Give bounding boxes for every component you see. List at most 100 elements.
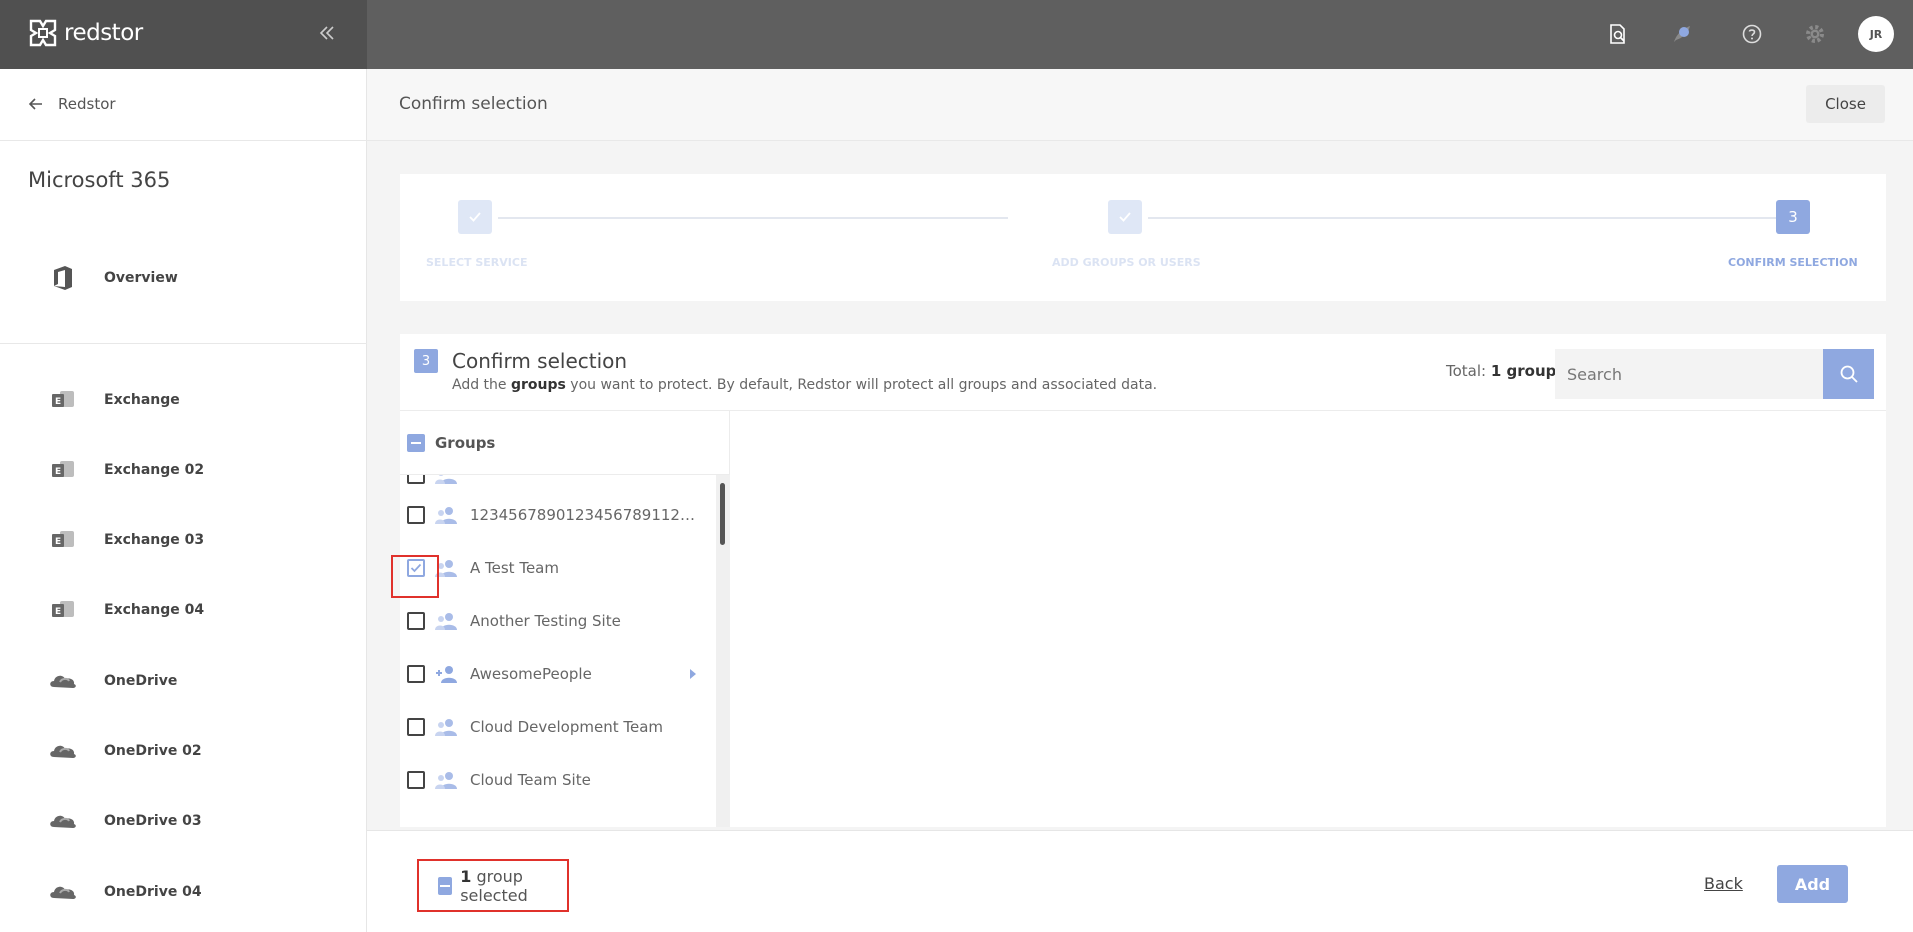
- gear-icon[interactable]: [1803, 22, 1827, 46]
- groups-header-label: Groups: [435, 433, 496, 452]
- exchange-icon: E: [48, 458, 78, 482]
- arrow-left-icon: [28, 98, 42, 110]
- group-name: 123456789012345678911234567890: [470, 505, 700, 524]
- selection-label: group selected: [460, 866, 528, 905]
- group-name: Cloud Development Team: [470, 717, 664, 736]
- select-all-checkbox[interactable]: [407, 433, 425, 452]
- exchange-icon: E: [48, 528, 78, 552]
- brand-area: redstor: [0, 0, 367, 69]
- stepper: SELECT SERVICE ADD GROUPS OR USERS 3 CON…: [400, 174, 1886, 301]
- double-chevron-left-icon[interactable]: [316, 22, 338, 44]
- list-item[interactable]: Cloud Team Site: [400, 753, 716, 806]
- group-checkbox[interactable]: [407, 664, 425, 683]
- sidebar-item-onedrive[interactable]: OneDrive: [48, 669, 177, 693]
- back-to-redstor-link[interactable]: Redstor: [28, 95, 116, 113]
- group-icon: [435, 612, 457, 630]
- subtitle-text: you want to protect. By default, Redstor…: [565, 377, 1158, 393]
- list-item[interactable]: Cloud Development Team: [400, 700, 716, 753]
- scrollbar-thumb[interactable]: [720, 483, 725, 545]
- svg-text:E: E: [55, 607, 61, 617]
- avatar[interactable]: JR: [1858, 16, 1894, 52]
- redstor-logo-icon: [29, 19, 57, 47]
- onedrive-icon: [48, 809, 78, 833]
- sidebar-item-label: OneDrive 02: [104, 743, 202, 759]
- top-bar: redstor JR: [0, 0, 1913, 69]
- sidebar-item-label: Exchange 02: [104, 462, 205, 478]
- logo[interactable]: redstor: [28, 18, 143, 48]
- sidebar-item-onedrive-04[interactable]: OneDrive 04: [48, 880, 202, 904]
- groups-list[interactable]: 123456789012345678911234567890 A Test Te…: [400, 475, 716, 827]
- subtitle-emphasis: groups: [510, 377, 566, 393]
- group-icon: [435, 475, 457, 484]
- add-button[interactable]: Add: [1777, 865, 1848, 903]
- page-header: Confirm selection Close: [367, 69, 1913, 141]
- list-item[interactable]: AwesomePeople: [400, 647, 716, 700]
- onedrive-icon: [48, 739, 78, 763]
- search-document-icon[interactable]: [1606, 22, 1630, 46]
- sidebar-item-onedrive-02[interactable]: OneDrive 02: [48, 739, 202, 763]
- step-connector: [498, 217, 1008, 219]
- groups-pane: Groups 123456789012345678911234567890 A …: [400, 411, 730, 827]
- exchange-icon: E: [48, 388, 78, 412]
- group-add-icon: [436, 665, 457, 683]
- sidebar-item-exchange-02[interactable]: E Exchange 02: [48, 458, 204, 482]
- sidebar-item-label: OneDrive: [104, 673, 178, 689]
- sidebar-item-label: OneDrive 03: [104, 813, 202, 829]
- brand-name: redstor: [64, 20, 143, 46]
- group-name: A Test Team: [470, 558, 559, 577]
- divider: [0, 343, 367, 344]
- selection-text: 1 group selected: [460, 867, 567, 905]
- sidebar-item-exchange[interactable]: E Exchange: [48, 388, 180, 412]
- group-icon: [435, 771, 457, 789]
- step-1-check: [458, 200, 492, 234]
- group-checkbox[interactable]: [407, 611, 425, 630]
- check-icon: [1119, 212, 1131, 222]
- selection-count: 1: [460, 866, 472, 886]
- group-icon: [435, 718, 457, 736]
- svg-text:E: E: [55, 537, 61, 547]
- rocket-icon[interactable]: [1670, 22, 1694, 46]
- group-name: Another Testing Site: [470, 611, 621, 630]
- search-icon: [1840, 365, 1858, 383]
- confirm-selection-card: 3 Confirm selection Add the groups you w…: [400, 334, 1886, 827]
- scrollbar[interactable]: [716, 475, 730, 827]
- group-checkbox[interactable]: [407, 475, 425, 484]
- total-value: 1 group: [1490, 362, 1557, 380]
- back-label: Redstor: [58, 95, 116, 113]
- list-item[interactable]: 123456789012345678911234567890: [400, 488, 716, 541]
- total-label: Total:: [1446, 362, 1487, 380]
- group-checkbox[interactable]: [407, 717, 425, 736]
- sidebar-item-label: Exchange: [104, 392, 180, 408]
- sidebar-item-label: Overview: [104, 270, 178, 286]
- sidebar-item-label: Exchange 04: [104, 602, 205, 618]
- group-checkbox[interactable]: [407, 770, 425, 789]
- step-2-check: [1108, 200, 1142, 234]
- sidebar-item-exchange-04[interactable]: E Exchange 04: [48, 598, 204, 622]
- question-icon[interactable]: [1740, 22, 1764, 46]
- check-icon: [469, 212, 481, 222]
- office-icon: [48, 266, 78, 290]
- sidebar-item-onedrive-03[interactable]: OneDrive 03: [48, 809, 202, 833]
- sidebar-item-exchange-03[interactable]: E Exchange 03: [48, 528, 204, 552]
- sidebar-item-label: Exchange 03: [104, 532, 205, 548]
- section-subtitle: Add the groups you want to protect. By d…: [452, 377, 1157, 393]
- list-item[interactable]: A Test Team: [400, 541, 716, 594]
- back-button[interactable]: Back: [1704, 874, 1743, 893]
- group-name: AwesomePeople: [470, 664, 592, 683]
- total-count: Total: 1 group: [1446, 362, 1556, 380]
- chevron-right-icon[interactable]: [690, 668, 696, 679]
- group-checkbox[interactable]: [407, 505, 425, 524]
- selection-summary[interactable]: 1 group selected: [417, 859, 569, 912]
- sidebar-item-label: OneDrive 04: [104, 884, 202, 900]
- onedrive-icon: [48, 669, 78, 693]
- search-input[interactable]: [1555, 349, 1823, 399]
- highlight-box: [391, 555, 439, 598]
- list-item[interactable]: Another Testing Site: [400, 594, 716, 647]
- deselect-checkbox[interactable]: [438, 876, 453, 895]
- search-button[interactable]: [1823, 349, 1874, 399]
- section-number-badge: 3: [414, 349, 438, 373]
- step-label-add-groups: ADD GROUPS OR USERS: [1052, 256, 1201, 269]
- sidebar-item-overview[interactable]: Overview: [48, 266, 178, 290]
- close-button[interactable]: Close: [1806, 85, 1885, 123]
- page-title: Confirm selection: [399, 94, 548, 114]
